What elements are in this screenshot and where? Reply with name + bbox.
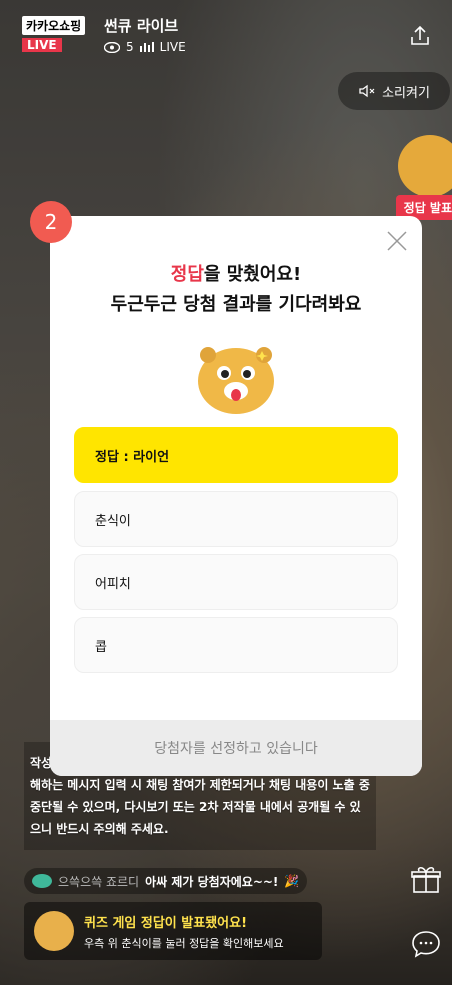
sound-on-label: 소리켜기: [382, 85, 430, 101]
character-avatar-icon: [34, 911, 74, 951]
step-number-badge: 2: [30, 201, 72, 243]
live-label: LIVE: [159, 40, 186, 54]
modal-title: 정답을 맞췄어요! 두근두근 당첨 결과를 기다려봐요: [50, 260, 422, 320]
chat-message: 으쓱으쓱 죠르디 아싸 제가 당첨자에요~~! 🎉: [24, 868, 308, 894]
signal-icon: [139, 42, 154, 52]
close-icon[interactable]: [386, 230, 408, 252]
eye-icon: [104, 41, 120, 53]
speaker-muted-icon: [359, 84, 375, 98]
chat-bubble-icon[interactable]: [410, 928, 442, 960]
sound-on-button[interactable]: 소리켜기: [338, 72, 450, 110]
title-highlight: 정답: [170, 264, 204, 285]
answer-option-correct[interactable]: 정답 : 라이언: [74, 427, 398, 483]
answer-option[interactable]: 춘식이: [74, 491, 398, 547]
mascot-icon: [198, 347, 274, 414]
share-icon[interactable]: [408, 24, 432, 48]
broadcast-meta: 5 LIVE: [104, 40, 186, 54]
chat-nickname: 으쓱으쓱 죠르디: [58, 874, 140, 889]
user-avatar-icon: [32, 874, 52, 888]
selecting-winner-status: 당첨자를 선정하고 있습니다: [50, 720, 422, 776]
viewer-count: 5: [126, 40, 134, 54]
broadcast-title: 썬큐 라이브: [104, 17, 179, 35]
quiz-announcement-banner[interactable]: 퀴즈 게임 정답이 발표됐어요! 우측 위 춘식이를 눌러 정답을 확인해보세요: [24, 902, 322, 960]
party-icon: 🎉: [284, 874, 300, 888]
answer-option[interactable]: 콥: [74, 617, 398, 673]
title-line1: 을 맞췄어요!: [203, 264, 302, 285]
brand-badge: 카카오쇼핑: [22, 16, 86, 35]
quiz-result-modal: 정답을 맞췄어요! 두근두근 당첨 결과를 기다려봐요 정답 : 라이언 춘식이…: [50, 216, 422, 776]
quiz-banner-title: 퀴즈 게임 정답이 발표됐어요!: [84, 915, 248, 931]
title-line2: 두근두근 당첨 결과를 기다려봐요: [110, 294, 362, 315]
gift-icon[interactable]: [410, 864, 442, 896]
answer-option[interactable]: 어피치: [74, 554, 398, 610]
live-badge: LIVE: [22, 38, 62, 52]
chat-text: 아싸 제가 당첨자에요~~!: [145, 874, 279, 889]
quiz-banner-subtitle: 우측 위 춘식이를 눌러 정답을 확인해보세요: [84, 936, 284, 950]
